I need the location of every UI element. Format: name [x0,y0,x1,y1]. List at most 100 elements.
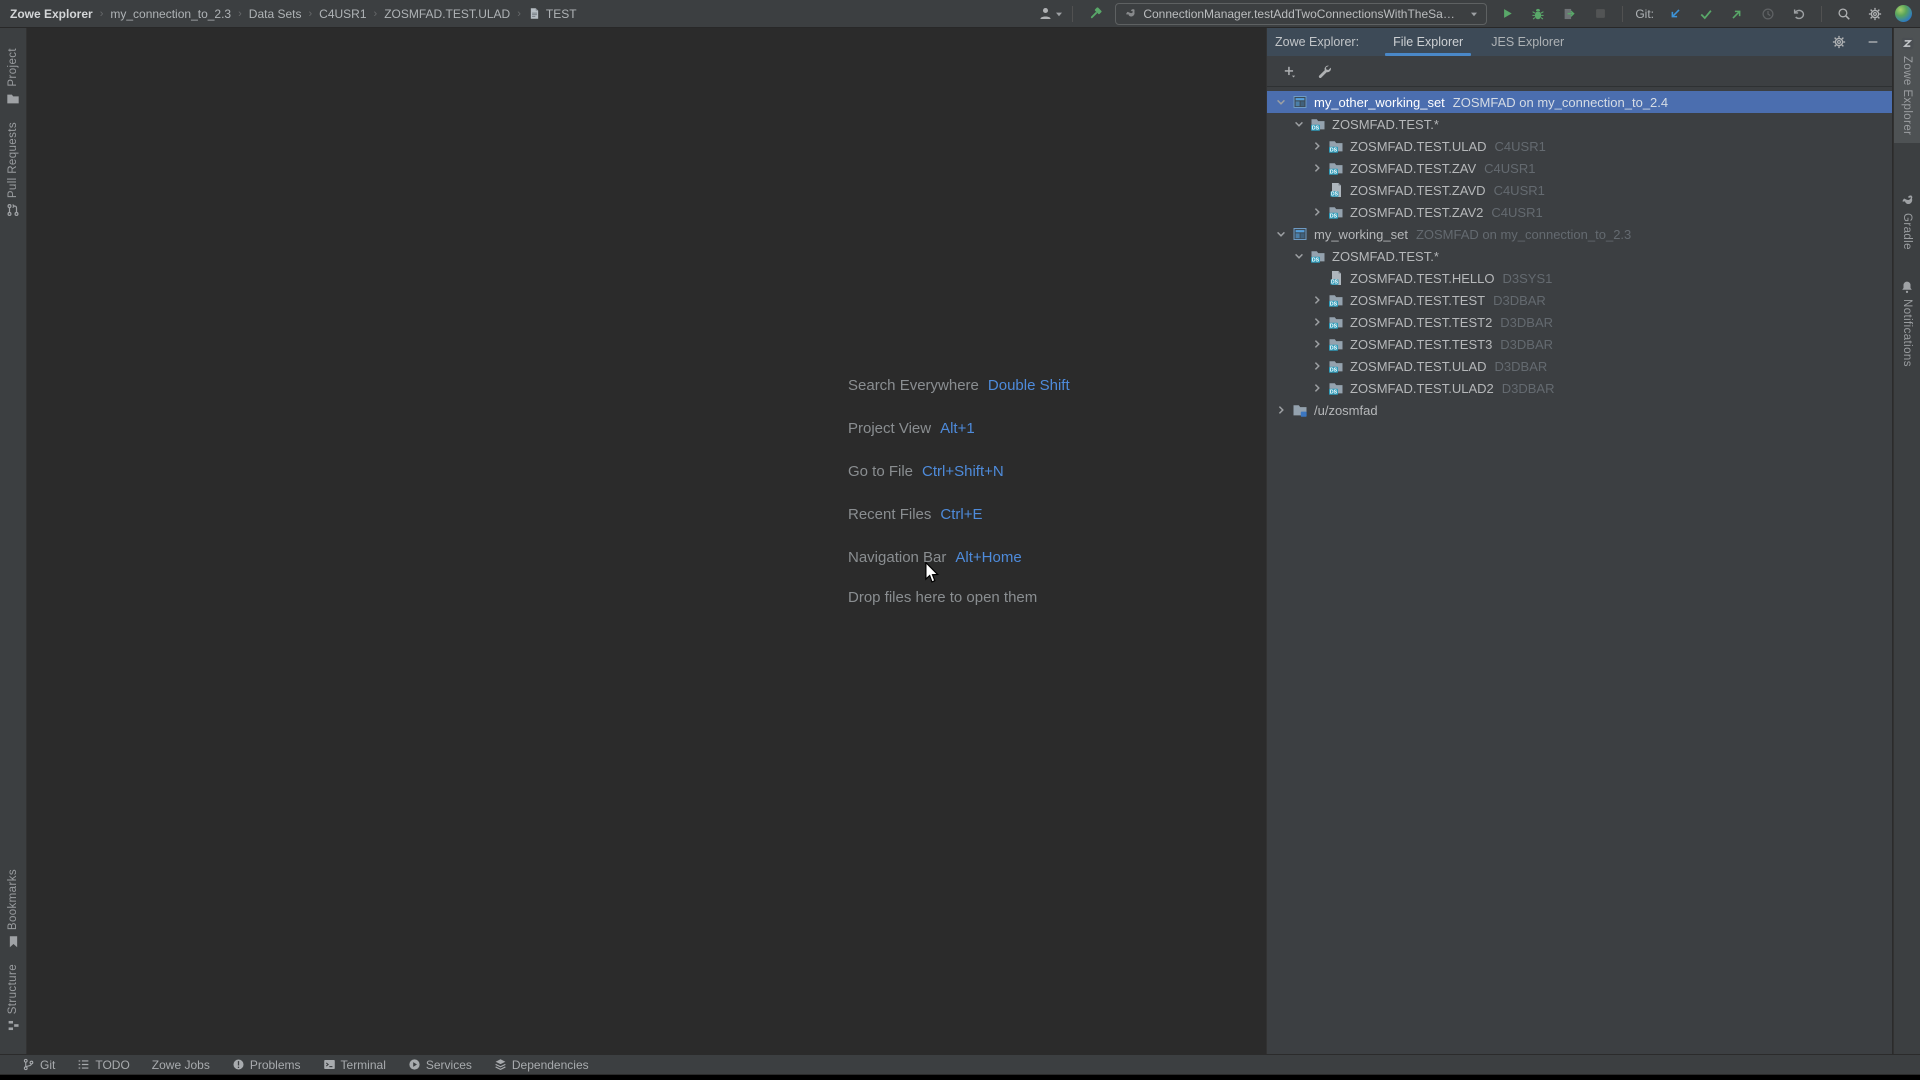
sidebar-tab-gradle[interactable]: Gradle [1894,185,1920,258]
tree-item-suffix: C4USR1 [1494,183,1545,198]
tree-row[interactable]: my_working_setZOSMFAD on my_connection_t… [1267,223,1892,245]
svg-text:DS: DS [1330,346,1338,352]
tree-row[interactable]: DSZOSMFAD.TEST.TEST3D3DBAR [1267,333,1892,355]
tree-item-label: ZOSMFAD.TEST.TEST [1350,293,1485,308]
tree-row[interactable]: DS ZOSMFAD.TEST.* [1267,113,1892,135]
shortcut-hint: Project ViewAlt+1 [848,417,1070,439]
tree-row[interactable]: DSZOSMFAD.TEST.ZAVDC4USR1 [1267,179,1892,201]
breadcrumb-item[interactable]: TEST [528,7,577,21]
sidebar-tab-structure[interactable]: Structure [0,956,27,1040]
history-button[interactable] [1757,3,1779,25]
chevron-right-icon[interactable] [1309,336,1325,352]
breadcrumb-item[interactable]: ZOSMFAD.TEST.ULAD [384,7,510,21]
shortcut-hint: Recent FilesCtrl+E [848,503,1070,525]
tab-file-explorer[interactable]: File Explorer [1381,28,1475,56]
statusbar-item-services[interactable]: Services [408,1058,472,1072]
sidebar-tab-pull-requests[interactable]: Pull Requests [0,114,27,225]
dataset-folder-icon: DS [1328,380,1344,396]
statusbar-item-label: TODO [95,1058,129,1072]
build-project-button[interactable] [1084,3,1106,25]
svg-text:DS: DS [1312,126,1320,132]
run-with-coverage-button[interactable] [1558,3,1580,25]
git-push-button[interactable] [1726,3,1748,25]
tree-item-label: ZOSMFAD.TEST.* [1332,117,1439,132]
tree-row[interactable]: my_other_working_setZOSMFAD on my_connec… [1267,91,1892,113]
chevron-right-icon[interactable] [1309,292,1325,308]
tree-row[interactable]: /u/zosmfad [1267,399,1892,421]
chevron-down-icon[interactable] [1291,248,1307,264]
add-working-set-button[interactable] [1278,60,1300,82]
shortcut-keys: Ctrl+E [940,506,982,523]
tree-row[interactable]: DSZOSMFAD.TEST.ULADC4USR1 [1267,135,1892,157]
sidebar-tab-project[interactable]: Project [0,40,27,114]
statusbar-item-git[interactable]: Git [22,1058,55,1072]
tree-row[interactable]: DSZOSMFAD.TEST.ULADD3DBAR [1267,355,1892,377]
settings-button[interactable] [1864,3,1886,25]
sidebar-tab-zowe-explorer[interactable]: Zowe Explorer [1894,28,1920,143]
edit-settings-wrench-button[interactable] [1313,60,1335,82]
working-set-icon [1292,94,1308,110]
working-set-icon [1292,226,1308,242]
tree-row[interactable]: DSZOSMFAD.TEST.ZAV2C4USR1 [1267,201,1892,223]
panel-settings-button[interactable] [1828,31,1850,53]
chevron-right-icon[interactable] [1309,138,1325,154]
sidebar-tab-bookmarks[interactable]: Bookmarks [0,861,27,956]
statusbar-item-problems[interactable]: Problems [232,1058,301,1072]
panel-minimize-button[interactable] [1862,31,1884,53]
sidebar-tab-notifications[interactable]: Notifications [1894,272,1920,375]
mouse-cursor [924,562,940,584]
git-update-button[interactable] [1664,3,1686,25]
git-commit-button[interactable] [1695,3,1717,25]
chevron-right-icon[interactable] [1273,402,1289,418]
tab-jes-explorer[interactable]: JES Explorer [1479,28,1576,56]
svg-text:DS: DS [1331,280,1339,286]
drop-files-hint: Drop files here to open them [848,589,1070,611]
statusbar-item-terminal[interactable]: Terminal [323,1058,386,1072]
chevron-right-icon[interactable] [1309,380,1325,396]
zowe-explorer-panel: Zowe Explorer: File ExplorerJES Explorer… [1266,28,1892,1054]
tree-row[interactable]: DSZOSMFAD.TEST.ULAD2D3DBAR [1267,377,1892,399]
search-everywhere-button[interactable] [1833,3,1855,25]
chevron-right-icon[interactable] [1309,204,1325,220]
tree-row[interactable]: DSZOSMFAD.TEST.TESTD3DBAR [1267,289,1892,311]
statusbar-item-dependencies[interactable]: Dependencies [494,1058,589,1072]
profile-sphere-icon[interactable] [1895,5,1912,22]
tree-row[interactable]: DSZOSMFAD.TEST.TEST2D3DBAR [1267,311,1892,333]
todo-icon [77,1058,90,1071]
tree-row[interactable]: DSZOSMFAD.TEST.ZAVC4USR1 [1267,157,1892,179]
run-configuration-select[interactable]: ConnectionManager.testAddTwoConnectionsW… [1115,3,1487,25]
breadcrumb-item[interactable]: my_connection_to_2.3 [110,7,231,21]
tree-item-label: ZOSMFAD.TEST.ULAD [1350,359,1487,374]
debug-button[interactable] [1527,3,1549,25]
user-menu-button[interactable] [1039,3,1061,25]
dataset-tree: my_other_working_setZOSMFAD on my_connec… [1267,87,1892,421]
statusbar-item-todo[interactable]: TODO [77,1058,129,1072]
stop-button[interactable] [1589,3,1611,25]
breadcrumb-item[interactable]: Zowe Explorer [10,7,93,21]
breadcrumb-separator: › [238,8,242,20]
editor-area[interactable]: Search EverywhereDouble ShiftProject Vie… [28,28,1264,1054]
chevron-right-icon[interactable] [1309,314,1325,330]
dataset-file-icon: DS [1328,270,1344,286]
run-button[interactable] [1496,3,1518,25]
breadcrumb-item[interactable]: Data Sets [249,7,302,21]
tree-item-suffix: D3DBAR [1500,315,1553,330]
chevron-down-icon[interactable] [1291,116,1307,132]
tree-item-suffix: D3DBAR [1493,293,1546,308]
tree-row[interactable]: DSZOSMFAD.TEST.* [1267,245,1892,267]
push-arrow-icon [1730,7,1744,21]
statusbar-item-zowe-jobs[interactable]: Zowe Jobs [152,1058,210,1072]
sidebar-tab-label: Structure [7,964,19,1014]
rollback-button[interactable] [1788,3,1810,25]
chevron-down-icon[interactable] [1273,94,1289,110]
chevron-right-icon[interactable] [1309,358,1325,374]
shortcut-action-label: Project View [848,420,931,437]
tree-row[interactable]: DSZOSMFAD.TEST.HELLOD3SYS1 [1267,267,1892,289]
toolbar-divider [1821,6,1822,22]
breadcrumb-item[interactable]: C4USR1 [319,7,366,21]
dataset-folder-icon: DS [1328,160,1344,176]
chevron-right-icon[interactable] [1309,160,1325,176]
dataset-mask-icon: DS [1310,248,1326,264]
chevron-down-icon[interactable] [1273,226,1289,242]
shortcut-hint: Navigation BarAlt+Home [848,546,1070,568]
